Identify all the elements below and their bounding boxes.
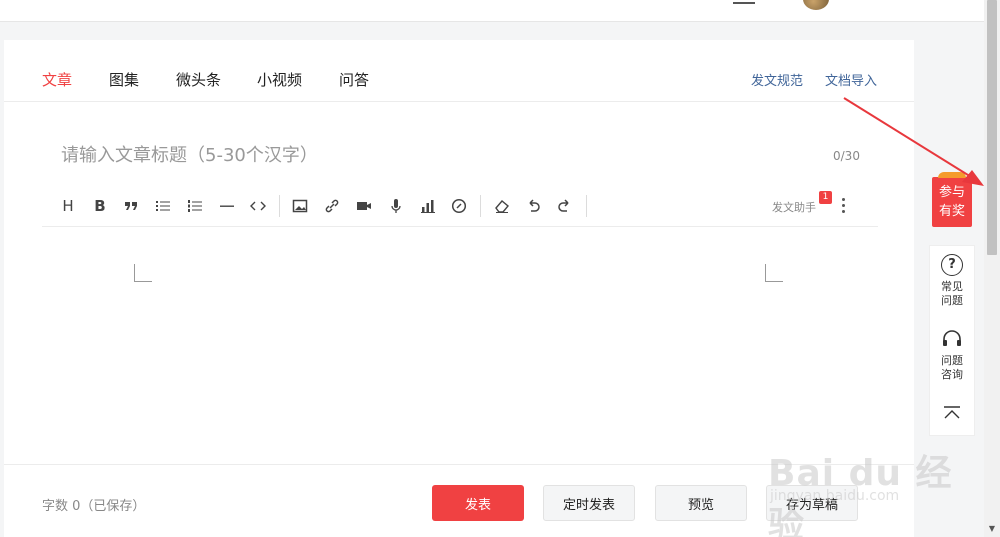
editor-footer: 字数 0（已保存） 发表 定时发表 预览 存为草稿 xyxy=(4,464,914,537)
scroll-down-arrow-icon[interactable]: ▼ xyxy=(987,524,997,534)
article-title-input[interactable] xyxy=(42,132,838,178)
code-icon[interactable] xyxy=(248,196,268,216)
document-import-link[interactable]: 文档导入 xyxy=(825,70,877,89)
tab-short-video[interactable]: 小视频 xyxy=(257,69,302,90)
publishing-assistant-button[interactable]: 发文助手 xyxy=(772,199,816,215)
embed-icon[interactable] xyxy=(449,196,469,216)
promo-line-2: 有奖 xyxy=(938,204,965,219)
heading-icon[interactable]: H xyxy=(58,196,78,216)
help-sidebar: ? 常见问题 问题咨询 xyxy=(929,245,975,436)
content-area-corner-right xyxy=(765,264,783,282)
content-area-corner-left xyxy=(134,264,152,282)
consult-label: 问题咨询 xyxy=(941,354,963,381)
toolbar-separator xyxy=(279,195,280,217)
bold-icon[interactable]: B xyxy=(90,196,110,216)
audio-icon[interactable] xyxy=(386,196,406,216)
tab-article[interactable]: 文章 xyxy=(42,69,72,90)
toolbar-separator xyxy=(480,195,481,217)
save-draft-button[interactable]: 存为草稿 xyxy=(766,485,858,521)
toolbar-separator xyxy=(586,195,587,217)
editor-card: 文章 图集 微头条 小视频 问答 发文规范 文档导入 0/30 H B xyxy=(4,40,914,537)
headset-icon xyxy=(941,328,963,350)
bullet-list-icon[interactable] xyxy=(153,196,173,216)
faq-button[interactable]: ? 常见问题 xyxy=(930,254,974,308)
back-to-top-button[interactable] xyxy=(930,406,974,420)
redo-icon[interactable] xyxy=(555,196,575,216)
question-mark-icon: ? xyxy=(941,254,963,276)
numbered-list-icon[interactable] xyxy=(185,196,205,216)
tab-micro-post[interactable]: 微头条 xyxy=(176,69,221,90)
chart-icon[interactable] xyxy=(418,196,438,216)
content-type-tabs: 文章 图集 微头条 小视频 问答 发文规范 文档导入 xyxy=(4,40,914,102)
more-options-icon[interactable] xyxy=(837,195,849,217)
undo-icon[interactable] xyxy=(523,196,543,216)
menu-icon[interactable] xyxy=(733,0,755,4)
scrollbar-thumb[interactable] xyxy=(987,0,997,255)
preview-button[interactable]: 预览 xyxy=(655,485,747,521)
publish-button[interactable]: 发表 xyxy=(432,485,524,521)
link-icon[interactable] xyxy=(322,196,342,216)
publishing-rules-link[interactable]: 发文规范 xyxy=(751,70,803,89)
notification-badge: 1 xyxy=(819,191,832,204)
tab-qa[interactable]: 问答 xyxy=(339,69,369,90)
user-avatar[interactable] xyxy=(803,0,829,10)
word-count-status: 字数 0（已保存） xyxy=(42,499,146,514)
video-icon[interactable] xyxy=(354,196,374,216)
schedule-publish-button[interactable]: 定时发表 xyxy=(543,485,635,521)
back-to-top-icon xyxy=(943,406,961,420)
quote-icon[interactable] xyxy=(121,196,141,216)
consult-button[interactable]: 问题咨询 xyxy=(930,328,974,382)
faq-label: 常见问题 xyxy=(941,280,963,307)
top-navigation-bar xyxy=(0,0,984,22)
participate-reward-button[interactable]: 参与 有奖 xyxy=(932,172,972,227)
divider-icon[interactable] xyxy=(217,196,237,216)
eraser-icon[interactable] xyxy=(492,196,512,216)
tab-gallery[interactable]: 图集 xyxy=(109,69,139,90)
promo-line-1: 参与 xyxy=(938,185,965,200)
image-icon[interactable] xyxy=(290,196,310,216)
title-character-counter: 0/30 xyxy=(833,149,860,163)
editor-toolbar: H B 发文助手 1 xyxy=(42,185,878,227)
